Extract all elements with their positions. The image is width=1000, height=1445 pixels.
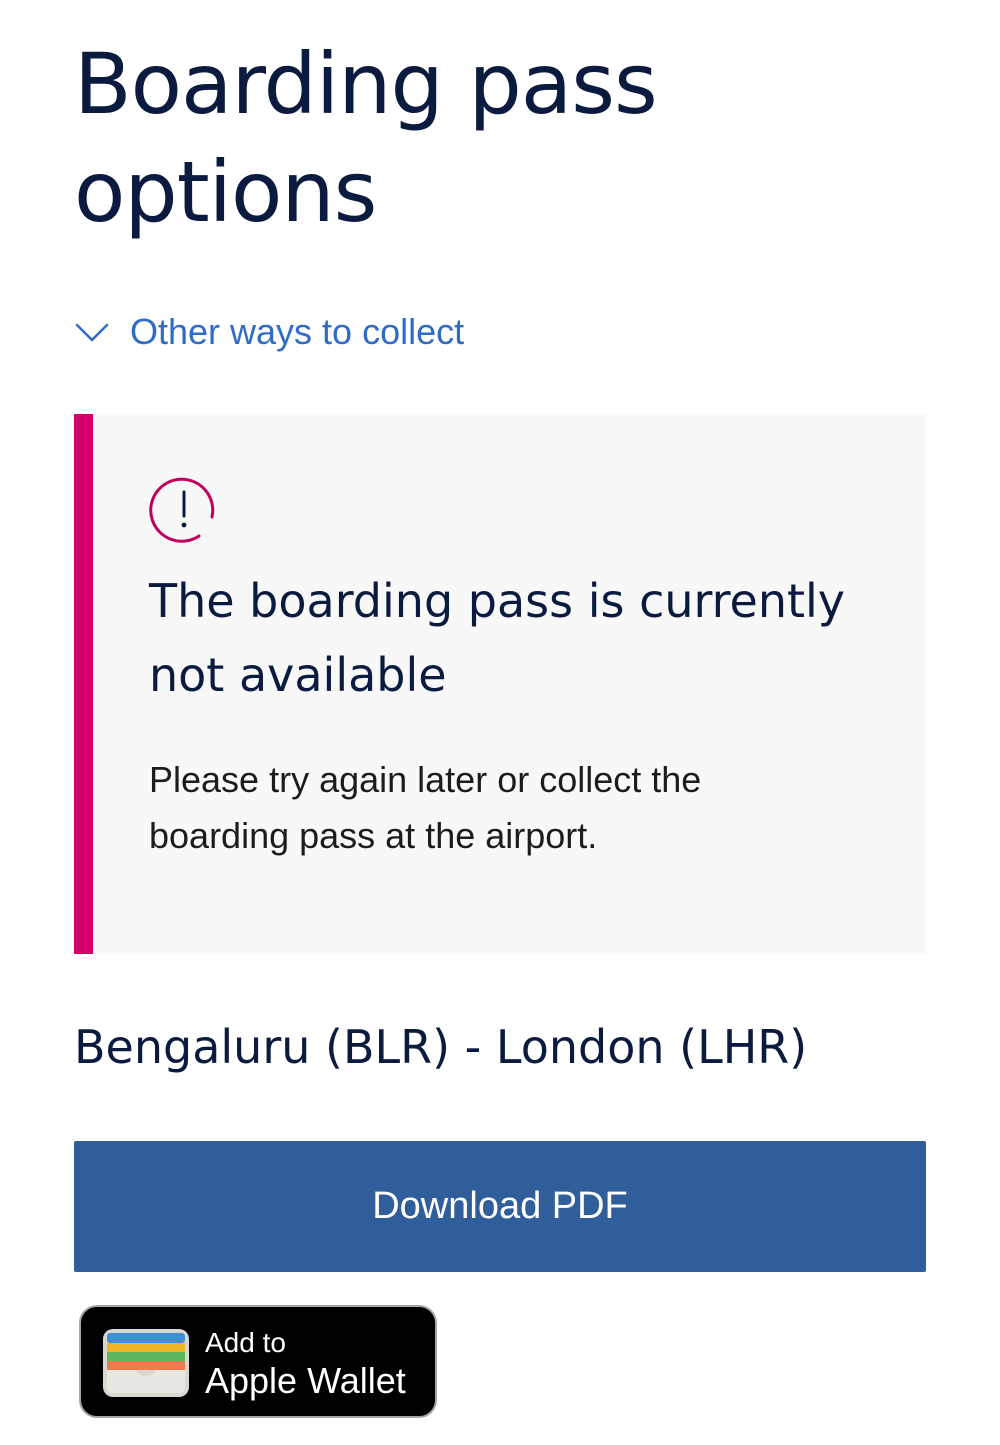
other-ways-to-collect-toggle[interactable]: Other ways to collect bbox=[74, 308, 464, 356]
wallet-line-apple-wallet: Apple Wallet bbox=[205, 1360, 406, 1401]
exclamation-circle-icon bbox=[149, 477, 215, 543]
other-ways-to-collect-label: Other ways to collect bbox=[130, 311, 465, 352]
alert-body: Please try again later or collect the bo… bbox=[149, 759, 702, 856]
wallet-line-add-to: Add to bbox=[205, 1327, 286, 1358]
download-pdf-button[interactable]: Download PDF bbox=[74, 1141, 926, 1272]
page-title: Boarding pass options bbox=[74, 35, 658, 241]
alert-heading: The boarding pass is currently not avail… bbox=[149, 574, 846, 702]
chevron-down-icon bbox=[75, 323, 109, 342]
flight-route: Bengaluru (BLR) - London (LHR) bbox=[74, 1020, 808, 1074]
boarding-pass-unavailable-alert: The boarding pass is currently not avail… bbox=[74, 414, 926, 954]
add-to-apple-wallet-button[interactable]: Add to Apple Wallet bbox=[79, 1305, 437, 1418]
apple-wallet-icon bbox=[103, 1329, 189, 1397]
